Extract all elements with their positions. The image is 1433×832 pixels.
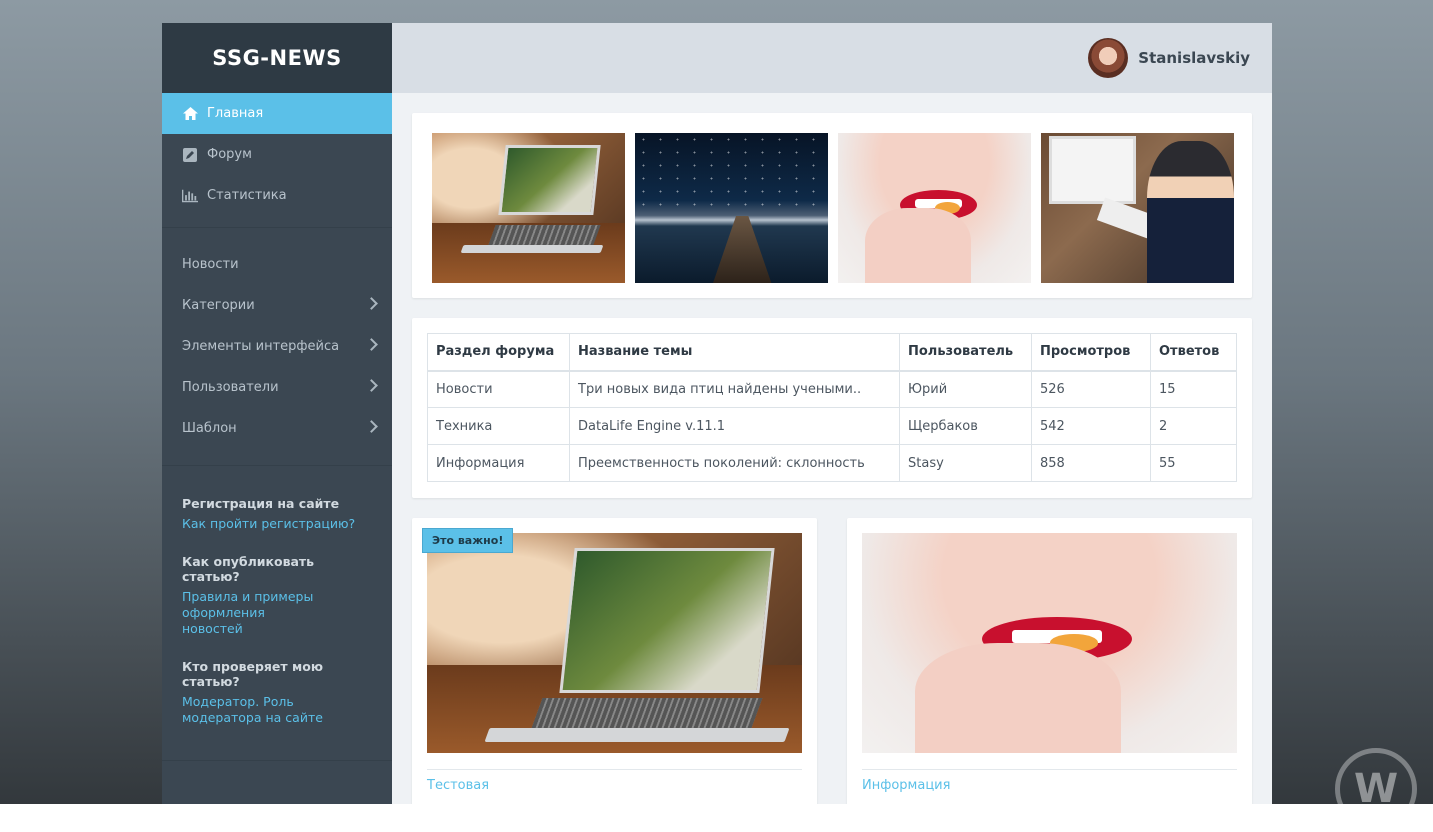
help-title: Как опубликовать статью? xyxy=(182,554,315,584)
table-cell: Stasy xyxy=(899,444,1032,482)
nav-item-label: Элементы интерфейса xyxy=(182,339,340,354)
gallery-thumb-lake[interactable] xyxy=(635,133,828,283)
table-cell: 526 xyxy=(1031,370,1151,408)
site-logo[interactable]: SSG-NEWS xyxy=(162,23,392,93)
bar-chart-icon xyxy=(182,189,198,203)
forum-table-card: Раздел форума Название темы Пользователь… xyxy=(412,318,1252,498)
chevron-right-icon xyxy=(365,420,378,433)
nav-item-users[interactable]: Пользователи xyxy=(162,367,392,408)
nav-item-label: Форум xyxy=(207,147,252,162)
chevron-right-icon xyxy=(365,297,378,310)
help-section: Регистрация на сайте Как пройти регистра… xyxy=(162,466,392,761)
gallery-thumb-laptop[interactable] xyxy=(432,133,625,283)
image-gallery xyxy=(412,113,1252,298)
table-cell: 858 xyxy=(1031,444,1151,482)
help-title: Регистрация на сайте xyxy=(182,496,340,511)
forum-table: Раздел форума Название темы Пользователь… xyxy=(427,333,1237,482)
top-header: Stanislavskiy xyxy=(392,23,1272,93)
nav-item-label: Новости xyxy=(182,257,239,272)
column-header: Пользователь xyxy=(899,333,1032,372)
table-cell: DataLife Engine v.11.1 xyxy=(569,407,900,445)
post-card: Информация xyxy=(847,518,1252,804)
sidebar: SSG-NEWS Главная Форум Статистика Новост… xyxy=(162,23,392,804)
table-cell: Новости xyxy=(427,370,570,408)
post-card: Это важно! Тестовая xyxy=(412,518,817,804)
section-nav: Новости Категории Элементы интерфейса По… xyxy=(162,228,392,466)
table-cell: Техника xyxy=(427,407,570,445)
table-cell: 542 xyxy=(1031,407,1151,445)
column-header: Название темы xyxy=(569,333,900,372)
table-cell: Три новых вида птиц найдены учеными.. xyxy=(569,370,900,408)
table-cell: Преемственность поколений: склонность xyxy=(569,444,900,482)
nav-item-categories[interactable]: Категории xyxy=(162,285,392,326)
watermark-logo: W xyxy=(1335,748,1417,830)
help-link[interactable]: Модератор. Роль модератора на сайте xyxy=(182,694,367,726)
nav-item-label: Пользователи xyxy=(182,380,279,395)
table-cell: 15 xyxy=(1150,370,1237,408)
post-category-link[interactable]: Тестовая xyxy=(427,778,802,793)
help-block: Регистрация на сайте Как пройти регистра… xyxy=(182,496,372,532)
table-header-row: Раздел форума Название темы Пользователь… xyxy=(427,333,1237,372)
table-row[interactable]: Техника DataLife Engine v.11.1 Щербаков … xyxy=(427,407,1237,445)
edit-square-icon xyxy=(182,147,198,162)
table-cell: Щербаков xyxy=(899,407,1032,445)
table-cell: 55 xyxy=(1150,444,1237,482)
column-header: Раздел форума xyxy=(427,333,570,372)
table-row[interactable]: Новости Три новых вида птиц найдены учен… xyxy=(427,370,1237,408)
nav-item-ui-elements[interactable]: Элементы интерфейса xyxy=(162,326,392,367)
nav-item-stats[interactable]: Статистика xyxy=(162,175,392,216)
help-link[interactable]: Как пройти регистрацию? xyxy=(182,516,372,532)
nav-item-news[interactable]: Новости xyxy=(162,244,392,285)
help-block: Кто проверяет мою статью? Модератор. Рол… xyxy=(182,659,372,726)
main-nav: Главная Форум Статистика xyxy=(162,93,392,228)
important-badge: Это важно! xyxy=(422,528,514,553)
nav-item-label: Главная xyxy=(207,106,264,121)
nav-item-template[interactable]: Шаблон xyxy=(162,408,392,449)
table-cell: Информация xyxy=(427,444,570,482)
gallery-thumb-office[interactable] xyxy=(1041,133,1234,283)
nav-item-label: Шаблон xyxy=(182,421,237,436)
home-icon xyxy=(182,107,198,121)
nav-item-label: Статистика xyxy=(207,188,287,203)
chevron-right-icon xyxy=(365,338,378,351)
table-cell: Юрий xyxy=(899,370,1032,408)
help-block: Как опубликовать статью? Правила и приме… xyxy=(182,554,372,637)
nav-item-forum[interactable]: Форум xyxy=(162,134,392,175)
help-link[interactable]: Правила и примеры оформления новостей xyxy=(182,589,317,637)
username[interactable]: Stanislavskiy xyxy=(1138,49,1250,67)
post-image-laptop[interactable] xyxy=(427,533,802,753)
main-content: Раздел форума Название темы Пользователь… xyxy=(392,93,1272,804)
page-bottom-strip xyxy=(0,804,1433,832)
table-cell: 2 xyxy=(1150,407,1237,445)
divider xyxy=(427,769,802,770)
divider xyxy=(862,769,1237,770)
column-header: Ответов xyxy=(1150,333,1237,372)
post-image-lips[interactable] xyxy=(862,533,1237,753)
nav-item-label: Категории xyxy=(182,298,255,313)
help-title: Кто проверяет мою статью? xyxy=(182,659,323,689)
gallery-thumb-lips[interactable] xyxy=(838,133,1031,283)
chevron-right-icon xyxy=(365,379,378,392)
nav-item-home[interactable]: Главная xyxy=(162,93,392,134)
column-header: Просмотров xyxy=(1031,333,1151,372)
user-menu[interactable]: Stanislavskiy xyxy=(1088,38,1250,78)
post-category-link[interactable]: Информация xyxy=(862,778,1237,793)
table-row[interactable]: Информация Преемственность поколений: ск… xyxy=(427,444,1237,482)
avatar[interactable] xyxy=(1088,38,1129,78)
app-window: SSG-NEWS Главная Форум Статистика Новост… xyxy=(162,23,1272,804)
